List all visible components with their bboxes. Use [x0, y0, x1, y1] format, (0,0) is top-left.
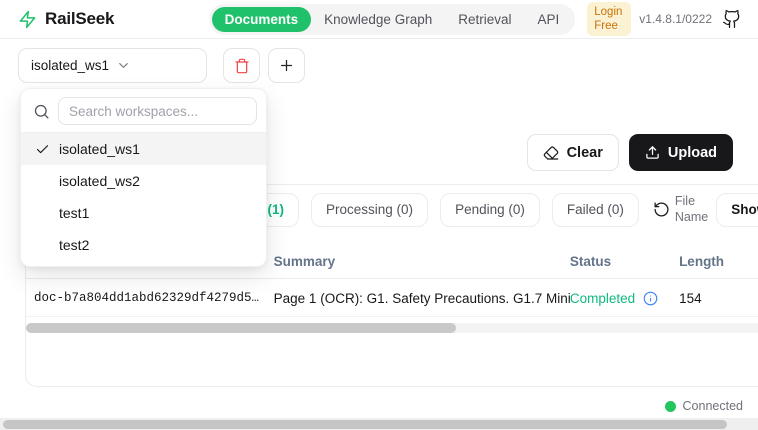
brand: RailSeek — [18, 9, 114, 29]
plus-icon — [278, 57, 295, 74]
workspace-option-label: test1 — [59, 205, 89, 221]
filter-tab-pending[interactable]: Pending (0) — [440, 193, 540, 227]
workspace-option-test2[interactable]: test2 — [21, 229, 266, 261]
show-button[interactable]: Show — [716, 193, 758, 227]
workspace-dropdown-panel: isolated_ws1 isolated_ws2 test1 test2 — [20, 88, 267, 267]
workspace-search-input[interactable] — [58, 97, 257, 125]
document-actions: Clear Upload — [527, 134, 733, 171]
nav-tab-knowledge-graph[interactable]: Knowledge Graph — [311, 7, 445, 32]
clear-button[interactable]: Clear — [527, 134, 619, 171]
filter-tab-processing[interactable]: Processing (0) — [311, 193, 428, 227]
search-icon — [33, 103, 50, 120]
chevron-down-icon — [116, 58, 195, 73]
nav-tab-retrieval[interactable]: Retrieval — [445, 7, 524, 32]
top-navbar: RailSeek Documents Knowledge Graph Retri… — [0, 0, 758, 39]
column-header-status: Status — [570, 254, 679, 269]
github-icon[interactable] — [722, 9, 742, 29]
brand-name: RailSeek — [45, 9, 114, 29]
clear-button-label: Clear — [567, 145, 603, 161]
table-horizontal-scrollbar — [26, 323, 758, 333]
workspace-search-row — [21, 89, 266, 133]
nav-tab-documents[interactable]: Documents — [212, 7, 312, 32]
workspace-select[interactable]: isolated_ws1 — [18, 48, 207, 83]
app-window: RailSeek Documents Knowledge Graph Retri… — [0, 0, 758, 430]
version-label: v1.4.8.1/0222 — [639, 12, 712, 26]
upload-icon — [645, 145, 660, 160]
nav-tab-api[interactable]: API — [525, 7, 573, 32]
info-icon[interactable] — [643, 291, 658, 306]
zap-logo-icon — [18, 10, 37, 29]
page-horizontal-scrollbar — [0, 418, 758, 430]
connected-dot-icon — [665, 401, 676, 412]
cell-status: Completed — [570, 291, 679, 306]
eraser-icon — [543, 145, 559, 161]
connection-status: Connected — [665, 399, 743, 413]
workspace-toolbar: isolated_ws1 — [18, 48, 305, 83]
delete-workspace-button[interactable] — [223, 48, 260, 83]
workspace-option-label: isolated_ws1 — [59, 141, 140, 157]
table-row[interactable]: doc-b7a804dd1abd62329df4279d5… Page 1 (O… — [26, 280, 758, 317]
add-workspace-button[interactable] — [268, 48, 305, 83]
cell-length: 154 — [679, 291, 758, 306]
workspace-option-label: isolated_ws2 — [59, 173, 140, 189]
cell-summary: Page 1 (OCR): G1. Safety Precautions. G1… — [266, 291, 570, 306]
column-header-length: Length — [679, 254, 758, 269]
check-icon — [34, 142, 50, 157]
filter-tab-failed[interactable]: Failed (0) — [552, 193, 639, 227]
refresh-icon — [653, 201, 670, 218]
main-nav: Documents Knowledge Graph Retrieval API — [209, 4, 576, 35]
cell-doc-id: doc-b7a804dd1abd62329df4279d5… — [26, 291, 266, 305]
workspace-selected-value: isolated_ws1 — [31, 58, 110, 73]
workspace-option-isolated-ws2[interactable]: isolated_ws2 — [21, 165, 266, 197]
workspace-option-isolated-ws1[interactable]: isolated_ws1 — [21, 133, 266, 165]
table-scrollbar-thumb[interactable] — [26, 323, 456, 333]
login-free-badge[interactable]: Login Free — [587, 2, 631, 37]
page-scrollbar-thumb[interactable] — [3, 420, 727, 429]
column-header-summary: Summary — [266, 254, 570, 269]
sort-field-label: File Name — [675, 194, 708, 225]
status-completed-text: Completed — [570, 291, 635, 306]
upload-button[interactable]: Upload — [629, 134, 733, 171]
connected-label: Connected — [683, 399, 743, 413]
refresh-button[interactable] — [653, 197, 670, 223]
workspace-option-test1[interactable]: test1 — [21, 197, 266, 229]
upload-button-label: Upload — [668, 145, 717, 161]
trash-icon — [234, 58, 250, 74]
workspace-option-label: test2 — [59, 237, 89, 253]
